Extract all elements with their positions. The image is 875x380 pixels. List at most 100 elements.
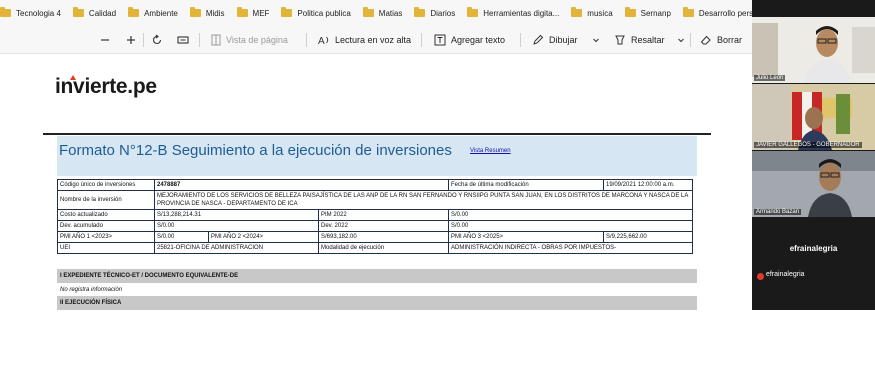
table-cell: Fecha de última modificación: [448, 179, 604, 191]
draw-button[interactable]: Dibujar: [532, 26, 578, 54]
folder-icon: [362, 7, 374, 17]
bookmark-label: Desarrollo personal: [698, 8, 752, 18]
table-row: Código único de inversiones 2478887 Fech…: [57, 179, 693, 191]
bookmark-item[interactable]: Midis: [189, 7, 225, 18]
pdf-document[interactable]: invierte.pe Formato N°12-B Seguimiento a…: [0, 55, 752, 310]
rotate-button[interactable]: [151, 26, 163, 54]
table-cell: MEJORAMIENTO DE LOS SERVICIOS DE BELLEZA…: [154, 190, 693, 210]
bookmark-label: Politica publica: [297, 8, 351, 18]
table-cell: S/0.00: [154, 220, 319, 232]
folder-icon: [682, 7, 694, 17]
toolbar-divider: [421, 33, 422, 47]
draw-label: Dibujar: [549, 35, 578, 45]
video-tile[interactable]: JAVIER GALLEGOS - GOBERNADOR: [752, 84, 875, 150]
bookmark-item[interactable]: MEF: [236, 7, 270, 18]
read-aloud-button[interactable]: A Lectura en voz alta: [318, 26, 411, 54]
toolbar-divider: [143, 33, 144, 47]
add-text-icon: [434, 34, 446, 46]
minus-icon: [101, 39, 109, 41]
table-cell: PMI AÑO 1 <2023>: [57, 231, 155, 243]
folder-icon: [624, 7, 636, 17]
summary-link[interactable]: Vista Resumen: [470, 148, 511, 154]
table-cell: Código único de inversiones: [57, 179, 155, 191]
pen-icon: [533, 34, 544, 45]
bookmark-item[interactable]: Sernanp: [624, 7, 671, 18]
active-speaker-name: efrainalegria: [789, 244, 838, 253]
investment-info-table: Código único de inversiones 2478887 Fech…: [57, 179, 693, 254]
folder-icon: [189, 7, 201, 17]
participant-video: [752, 151, 875, 217]
bookmark-label: musica: [587, 8, 613, 18]
fit-page-icon: [177, 36, 189, 44]
bookmark-label: Matias: [378, 8, 403, 18]
erase-label: Borrar: [717, 35, 743, 45]
plus-icon: [127, 36, 135, 44]
table-cell: Costo actualizado: [57, 209, 155, 221]
pdf-toolbar: Vista de página A Lectura en voz alta Ag…: [0, 26, 752, 54]
folder-icon: [128, 7, 140, 17]
bookmark-item[interactable]: Herramientas digita...: [467, 7, 559, 18]
bookmark-label: Diarios: [430, 8, 456, 18]
bookmark-item[interactable]: Calidad: [72, 7, 116, 18]
table-cell: PMI AÑO 2 <2024>: [208, 231, 319, 243]
zoom-out-button[interactable]: [100, 26, 110, 54]
table-row: Dev. acumulado S/0.00 Dev. 2022 S/0.00: [57, 220, 693, 232]
highlight-button[interactable]: Resaltar: [614, 26, 665, 54]
video-tile[interactable]: Armando Bazan: [752, 151, 875, 217]
video-tile[interactable]: Julio Leon: [752, 17, 875, 83]
bookmark-label: Sernanp: [640, 8, 671, 18]
table-cell: 2478887: [154, 179, 449, 191]
table-cell: 25821-OFICINA DE ADMINISTRACION: [154, 242, 319, 254]
draw-options-button[interactable]: [592, 26, 600, 54]
page-view-button[interactable]: Vista de página: [211, 26, 288, 54]
table-row: Costo actualizado S/13,288,214.31 PIM 20…: [57, 209, 693, 221]
bookmark-item[interactable]: Diarios: [414, 7, 456, 18]
table-cell: Modalidad de ejecución: [318, 242, 449, 254]
table-row: PMI AÑO 1 <2023> S/0.00 PMI AÑO 2 <2024>…: [57, 231, 693, 243]
rotate-icon: [152, 34, 162, 45]
table-cell: S/693,182.00: [318, 231, 449, 243]
folder-icon: [0, 7, 11, 17]
table-cell: Dev. 2022: [318, 220, 449, 232]
folder-icon: [281, 7, 293, 17]
bookmark-item[interactable]: Politica publica: [281, 7, 351, 18]
section-header: II EJECUCIÓN FÍSICA: [57, 296, 697, 310]
erase-button[interactable]: Borrar: [700, 26, 742, 54]
table-cell: S/0.00: [154, 231, 209, 243]
table-row: Nombre de la inversión MEJORAMIENTO DE L…: [57, 190, 693, 210]
fit-page-button[interactable]: [177, 26, 189, 54]
table-cell: S/0.00: [448, 209, 693, 221]
bookmark-item[interactable]: Desarrollo personal: [682, 7, 752, 18]
participant-name: Julio Leon: [754, 75, 786, 81]
section-note: No registra información: [60, 287, 123, 293]
self-participant-name: efrainalegria: [766, 271, 805, 278]
participant-name: Armando Bazan: [754, 209, 802, 215]
table-cell: PMI AÑO 3 <2025>: [448, 231, 604, 243]
bookmark-item[interactable]: Matias: [362, 7, 403, 18]
folder-icon: [414, 7, 426, 17]
logo-accent-icon: [70, 75, 76, 80]
add-text-label: Agregar texto: [451, 35, 506, 45]
bookmarks-bar: Tecnologia 4 Calidad Ambiente Midis MEF …: [0, 0, 752, 26]
table-cell: PIM 2022: [318, 209, 449, 221]
table-cell: ADMINISTRACIÓN INDIRECTA - OBRAS POR IMP…: [448, 242, 693, 254]
bookmark-item[interactable]: Ambiente: [128, 7, 178, 18]
add-text-button[interactable]: Agregar texto: [434, 26, 505, 54]
folder-icon: [236, 7, 248, 17]
bookmark-item[interactable]: Tecnologia 4: [0, 7, 61, 18]
toolbar-divider: [520, 33, 521, 47]
highlighter-icon: [615, 35, 625, 45]
participant-video: [752, 84, 875, 150]
video-call-panel: Julio Leon JAVIER GALLEGOS - GOBERNADOR: [752, 0, 875, 310]
bookmark-label: MEF: [252, 8, 270, 18]
highlight-options-button[interactable]: [677, 26, 685, 54]
title-band: Formato N°12-B Seguimiento a la ejecució…: [57, 136, 697, 176]
mic-muted-icon: [757, 273, 764, 280]
folder-icon: [571, 7, 583, 17]
bookmark-item[interactable]: musica: [571, 7, 613, 18]
table-cell: UEI: [57, 242, 155, 254]
table-cell: S/0.00: [448, 220, 693, 232]
zoom-in-button[interactable]: [126, 26, 136, 54]
table-cell: S/13,288,214.31: [154, 209, 319, 221]
bookmark-label: Midis: [205, 8, 225, 18]
